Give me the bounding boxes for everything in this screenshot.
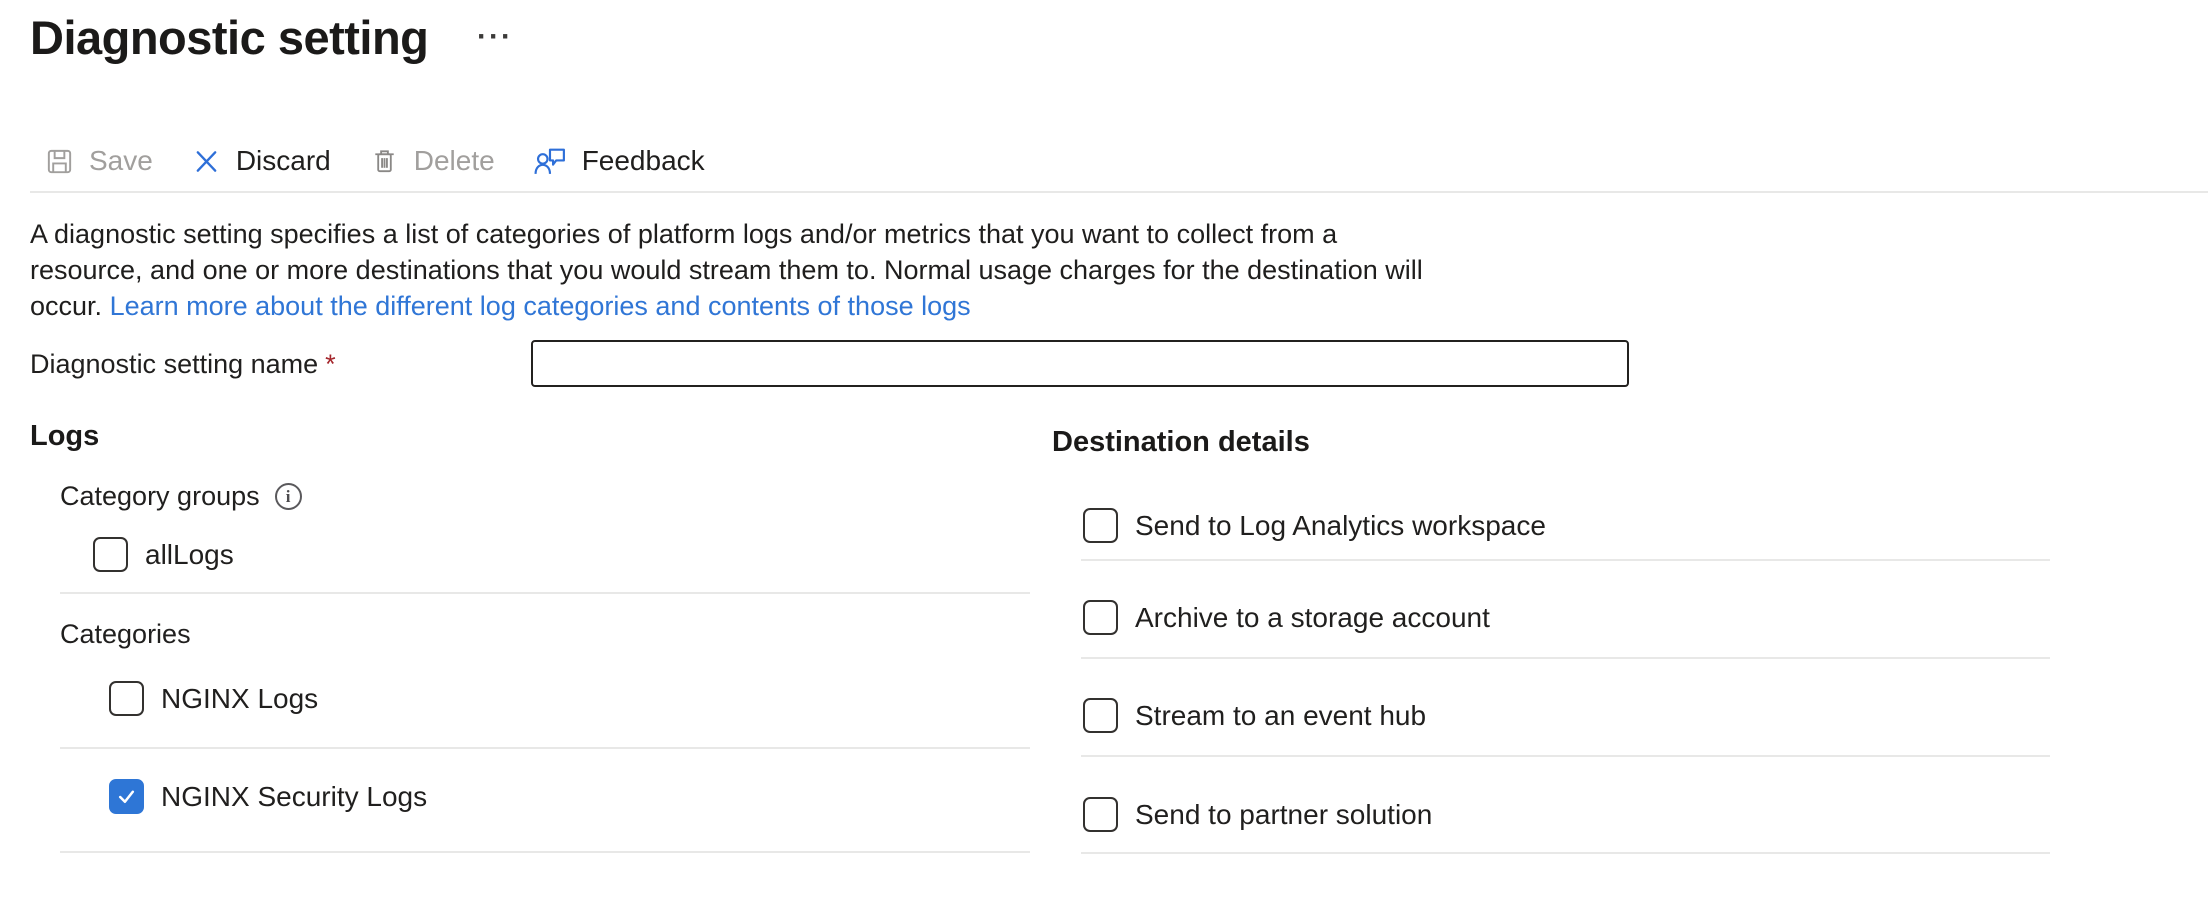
diagnostic-setting-name-input[interactable] [531,340,1629,387]
divider [1081,559,2050,561]
diagnostic-setting-page: Diagnostic setting ··· Save Discard [0,0,2208,908]
divider [1081,657,2050,659]
more-options-icon[interactable]: ··· [477,20,513,54]
divider [1081,755,2050,757]
discard-icon [191,146,222,177]
category-groups-row: Category groups [60,481,302,512]
checkbox-row-log-analytics[interactable]: Send to Log Analytics workspace [1083,508,1546,543]
storage-account-checkbox[interactable] [1083,600,1118,635]
log-analytics-label: Send to Log Analytics workspace [1135,510,1546,542]
learn-more-link[interactable]: Learn more about the different log categ… [110,291,971,321]
checkbox-row-nginx-logs[interactable]: NGINX Logs [109,681,318,716]
discard-button[interactable]: Discard [191,145,331,177]
discard-label: Discard [236,145,331,177]
alllogs-checkbox[interactable] [93,537,128,572]
category-groups-label: Category groups [60,481,260,512]
divider [1081,852,2050,854]
alllogs-label: allLogs [145,539,234,571]
partner-solution-label: Send to partner solution [1135,799,1432,831]
diagnostic-setting-name-label: Diagnostic setting name* [30,349,336,380]
logs-heading: Logs [30,420,99,453]
checkbox-row-partner-solution[interactable]: Send to partner solution [1083,797,1432,832]
delete-icon [369,146,400,177]
save-button[interactable]: Save [44,145,153,177]
toolbar-divider [30,191,2208,193]
save-label: Save [89,145,153,177]
checkbox-row-nginx-security-logs[interactable]: NGINX Security Logs [109,779,427,814]
categories-label: Categories [60,619,191,650]
event-hub-label: Stream to an event hub [1135,700,1426,732]
required-asterisk: * [325,349,336,379]
delete-button[interactable]: Delete [369,145,495,177]
nginx-logs-label: NGINX Logs [161,683,318,715]
log-analytics-checkbox[interactable] [1083,508,1118,543]
nginx-security-logs-label: NGINX Security Logs [161,781,427,813]
feedback-label: Feedback [582,145,705,177]
storage-account-label: Archive to a storage account [1135,602,1490,634]
toolbar: Save Discard Del [44,134,705,188]
feedback-icon [533,145,568,178]
save-icon [44,146,75,177]
checkbox-row-storage-account[interactable]: Archive to a storage account [1083,600,1490,635]
divider [60,592,1030,594]
name-label-text: Diagnostic setting name [30,349,318,379]
event-hub-checkbox[interactable] [1083,698,1118,733]
checkbox-row-event-hub[interactable]: Stream to an event hub [1083,698,1426,733]
partner-solution-checkbox[interactable] [1083,797,1118,832]
page-title: Diagnostic setting [30,10,428,65]
checkbox-row-alllogs[interactable]: allLogs [93,537,234,572]
divider [60,851,1030,853]
destination-details-heading: Destination details [1052,426,1310,459]
feedback-button[interactable]: Feedback [533,145,705,178]
info-icon[interactable] [275,483,302,510]
page-description: A diagnostic setting specifies a list of… [30,216,1450,324]
nginx-security-logs-checkbox[interactable] [109,779,144,814]
nginx-logs-checkbox[interactable] [109,681,144,716]
delete-label: Delete [414,145,495,177]
divider [60,747,1030,749]
